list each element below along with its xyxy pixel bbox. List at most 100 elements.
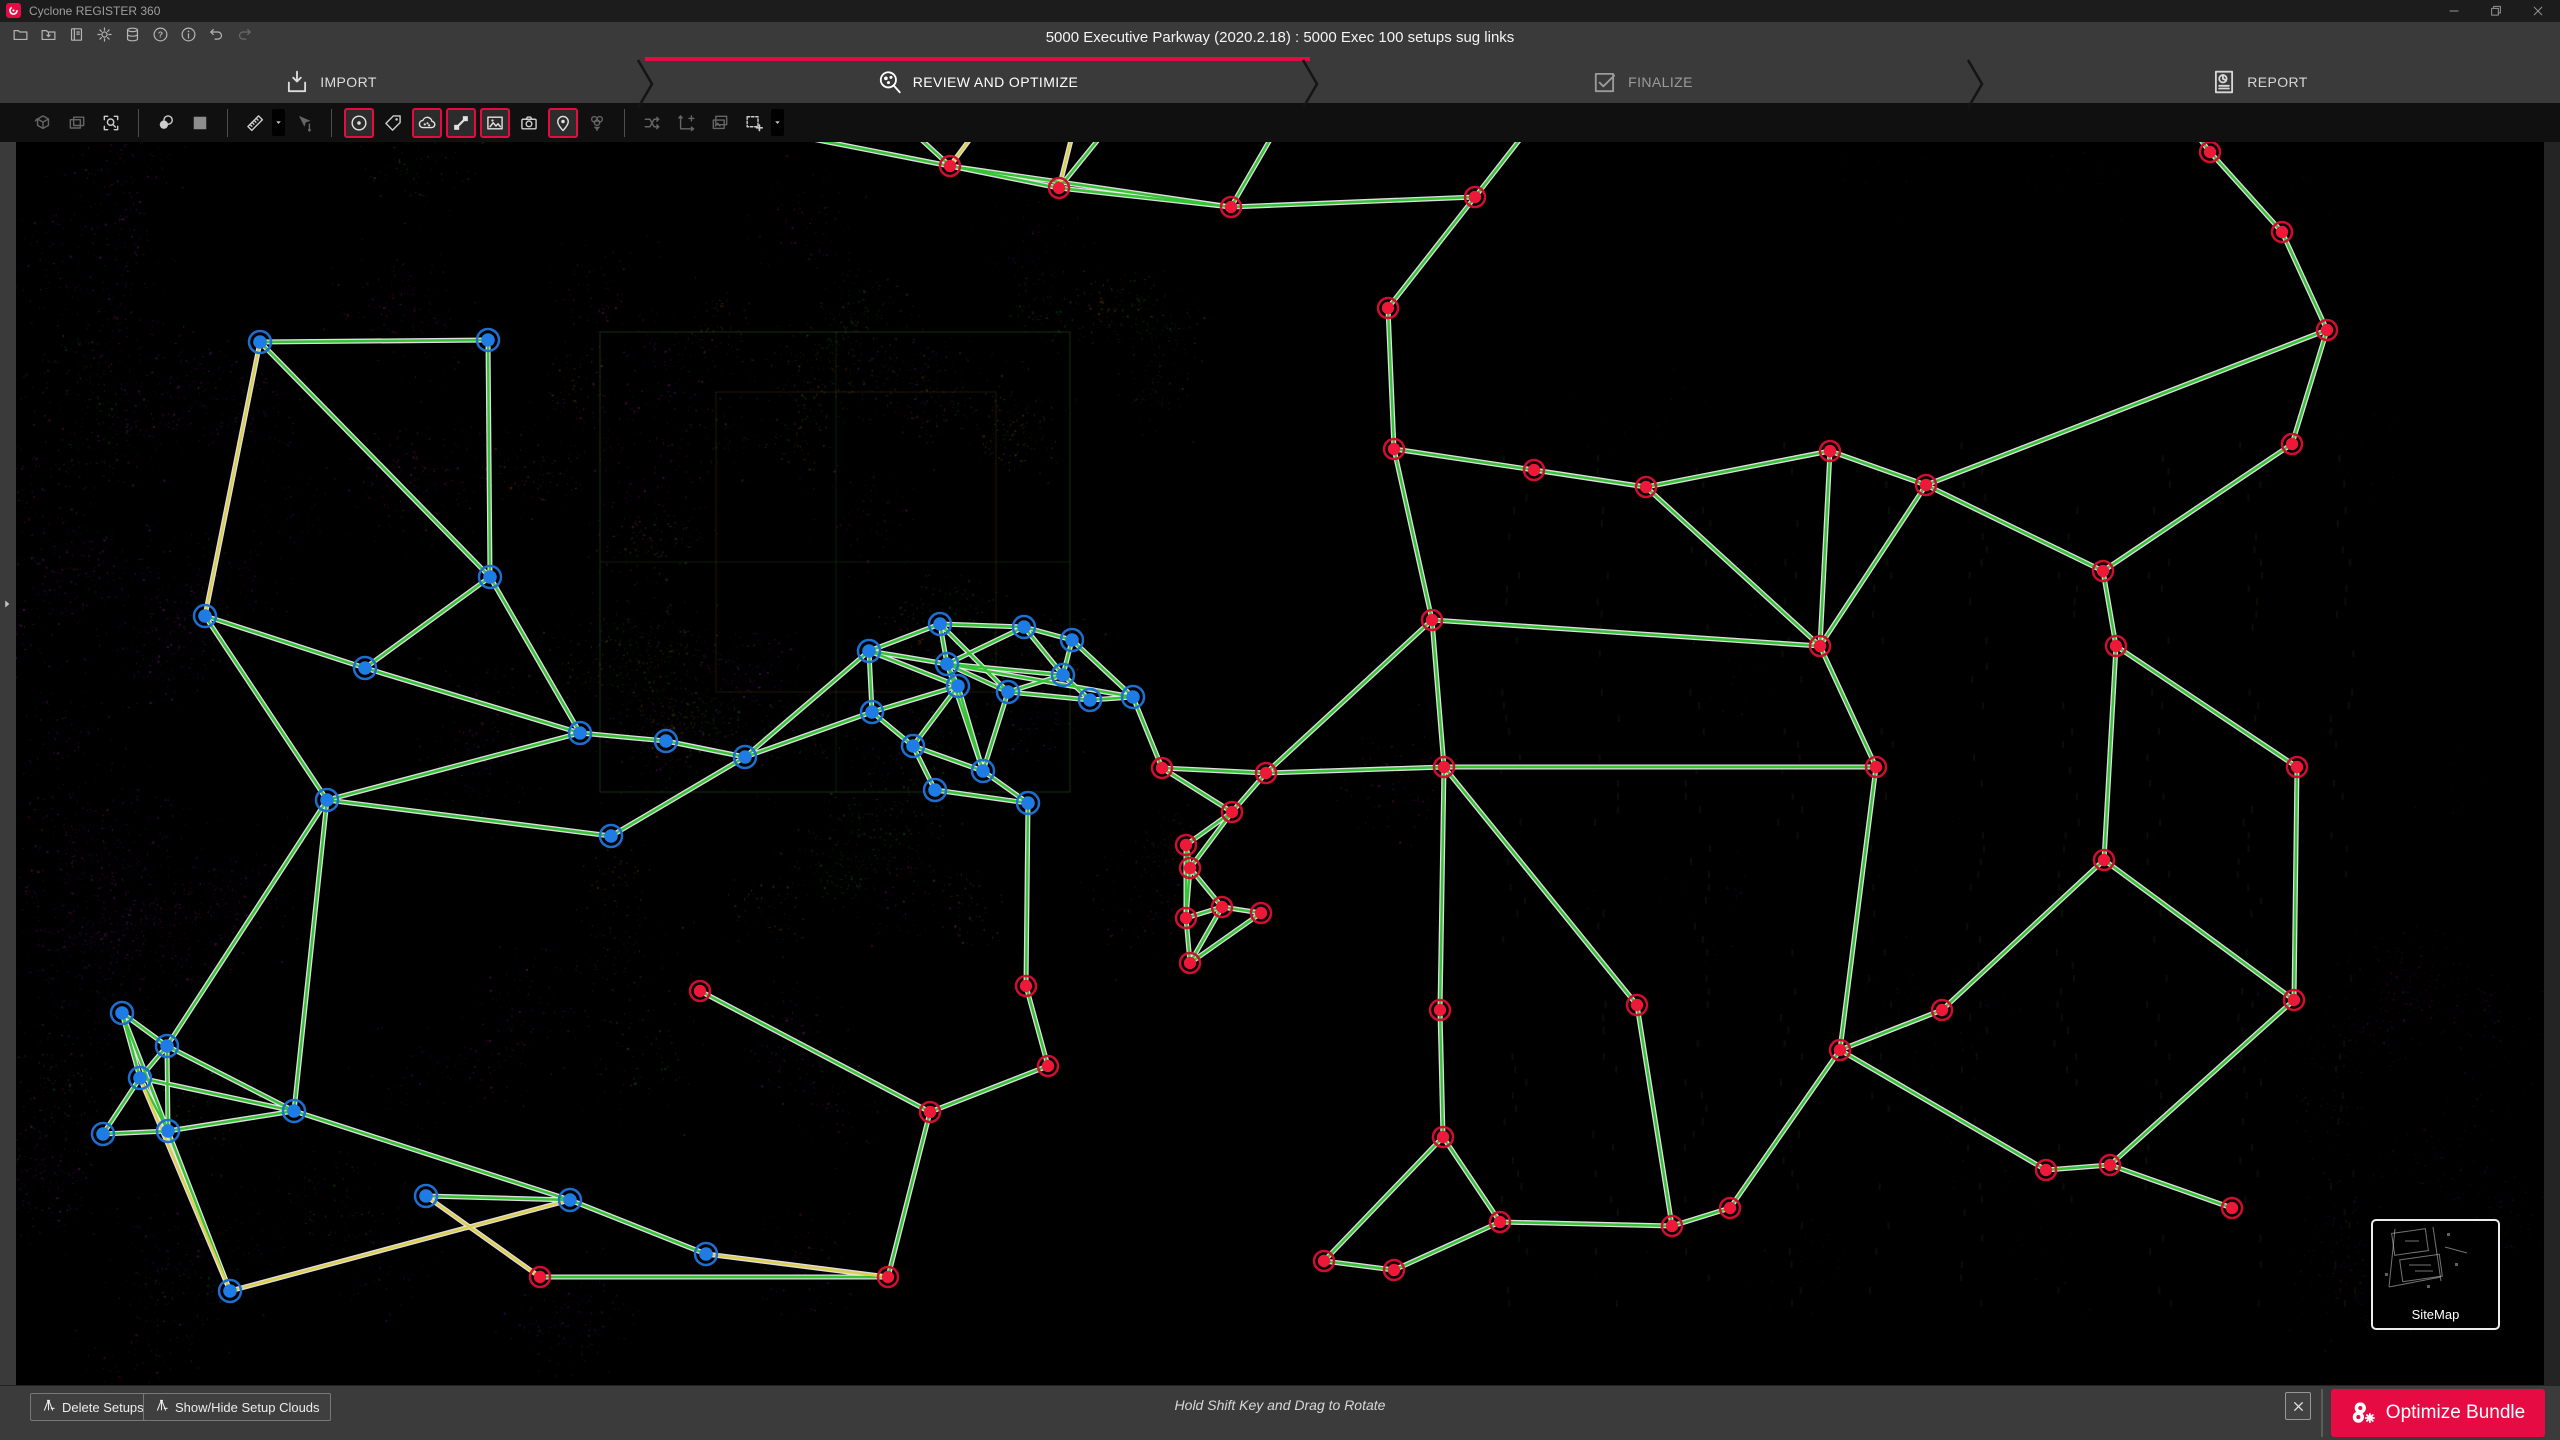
setup-node-blue[interactable] — [358, 661, 372, 675]
select-region-button[interactable] — [739, 108, 769, 138]
close-panel-button[interactable] — [2285, 1392, 2311, 1420]
setup-node-red[interactable] — [1184, 862, 1196, 874]
link-edge-green[interactable] — [205, 616, 365, 668]
link-edge-green[interactable] — [745, 712, 872, 757]
link-edge-green[interactable] — [1266, 620, 1432, 773]
setup-node-red[interactable] — [1042, 1060, 1054, 1072]
setup-node-blue[interactable] — [1065, 633, 1079, 647]
setup-node-red[interactable] — [1260, 767, 1272, 779]
setup-node-red[interactable] — [1216, 901, 1228, 913]
link-edge-green[interactable] — [983, 692, 1008, 771]
setup-node-red[interactable] — [1870, 761, 1882, 773]
link-edge-green[interactable] — [1840, 1010, 1942, 1050]
link-edge-green[interactable] — [1026, 986, 1048, 1066]
setup-node-red[interactable] — [1920, 479, 1932, 491]
link-edge-green[interactable] — [872, 686, 958, 712]
sitemap-panel[interactable]: SiteMap — [2371, 1219, 2500, 1330]
restore-button[interactable] — [2488, 3, 2504, 19]
link-edge-green[interactable] — [700, 991, 930, 1112]
link-edge-green[interactable] — [570, 1200, 706, 1254]
link-edge-green[interactable] — [1162, 768, 1232, 812]
link-edge-green[interactable] — [167, 1046, 168, 1131]
link-edge-green[interactable] — [2103, 571, 2116, 646]
setup-node-blue[interactable] — [1126, 690, 1140, 704]
select-region-dropdown[interactable] — [771, 109, 784, 136]
link-edge-green[interactable] — [167, 1046, 294, 1111]
link-edge-green[interactable] — [1534, 470, 1646, 487]
link-edge-green[interactable] — [1820, 451, 1830, 646]
setup-node-red[interactable] — [1631, 999, 1643, 1011]
setup-node-red[interactable] — [1814, 640, 1826, 652]
setup-node-blue[interactable] — [563, 1193, 577, 1207]
link-edge-green[interactable] — [930, 1066, 1048, 1112]
setup-node-red[interactable] — [1382, 302, 1394, 314]
link-edge-green[interactable] — [950, 166, 1231, 207]
cloud-color-button[interactable] — [151, 108, 181, 138]
link-edge-green[interactable] — [1840, 767, 1876, 1050]
link-edge-green[interactable] — [611, 757, 745, 836]
link-edge-green[interactable] — [1324, 1137, 1443, 1261]
setup-node-red[interactable] — [2097, 565, 2109, 577]
link-edge-green[interactable] — [2292, 330, 2327, 444]
setup-node-blue[interactable] — [483, 570, 497, 584]
setup-node-blue[interactable] — [115, 1006, 129, 1020]
setup-node-red[interactable] — [2098, 854, 2110, 866]
setup-node-red[interactable] — [2040, 1164, 2052, 1176]
link-edge-green[interactable] — [1820, 485, 1926, 646]
setup-node-blue[interactable] — [96, 1127, 110, 1141]
setup-node-red[interactable] — [1226, 806, 1238, 818]
link-edge-green[interactable] — [958, 686, 983, 771]
setup-node-blue[interactable] — [1021, 796, 1035, 810]
setup-node-blue[interactable] — [198, 609, 212, 623]
swap-setups-button[interactable] — [637, 108, 667, 138]
link-edge-green[interactable] — [1190, 868, 1222, 907]
filter-setups-button[interactable] — [582, 108, 612, 138]
link-edge-green[interactable] — [2210, 152, 2282, 232]
measure-ruler-button[interactable] — [240, 108, 270, 138]
link-edge-green[interactable] — [2103, 444, 2292, 571]
link-edge-green[interactable] — [1830, 451, 1926, 485]
setup-node-red[interactable] — [2110, 640, 2122, 652]
link-edge-green[interactable] — [1432, 620, 1820, 646]
zoom-region-button[interactable] — [96, 108, 126, 138]
tab-review[interactable]: REVIEW AND OPTIMIZE — [645, 57, 1310, 103]
setup-node-blue[interactable] — [287, 1104, 301, 1118]
setup-node-blue[interactable] — [951, 679, 965, 693]
link-edge-green[interactable] — [1840, 1050, 2046, 1170]
link-edge-green[interactable] — [1646, 487, 1820, 646]
link-edge-green[interactable] — [2104, 860, 2294, 1000]
link-edge-green[interactable] — [1444, 767, 1637, 1005]
setup-node-red[interactable] — [1434, 1004, 1446, 1016]
setup-node-red[interactable] — [1156, 762, 1168, 774]
setup-node-blue[interactable] — [1001, 685, 1015, 699]
setup-node-red[interactable] — [534, 1271, 546, 1283]
setup-node-red[interactable] — [1388, 443, 1400, 455]
link-edge-green[interactable] — [1820, 646, 1876, 767]
show-links-button[interactable] — [446, 108, 476, 138]
show-labels-button[interactable] — [378, 108, 408, 138]
setup-node-red[interactable] — [1640, 481, 1652, 493]
link-edge-green[interactable] — [1926, 485, 2103, 571]
setup-node-red[interactable] — [2288, 994, 2300, 1006]
setup-node-red[interactable] — [1834, 1044, 1846, 1056]
setup-node-red[interactable] — [1053, 182, 1065, 194]
setup-node-red[interactable] — [1180, 839, 1192, 851]
setup-node-red[interactable] — [1494, 1216, 1506, 1228]
setup-node-blue[interactable] — [865, 705, 879, 719]
panel-collapse-arrow-icon[interactable] — [0, 597, 14, 616]
background-color-button[interactable] — [185, 108, 215, 138]
setup-node-blue[interactable] — [976, 764, 990, 778]
setup-node-red[interactable] — [2104, 1159, 2116, 1171]
link-edge-green[interactable] — [2110, 1000, 2294, 1165]
close-window-button[interactable] — [2530, 3, 2546, 19]
link-edge-green[interactable] — [1432, 620, 1444, 767]
link-edge-green[interactable] — [1394, 449, 1432, 620]
setup-node-red[interactable] — [1528, 464, 1540, 476]
tab-import[interactable]: IMPORT — [16, 57, 645, 103]
setup-node-blue[interactable] — [738, 750, 752, 764]
link-edge-green[interactable] — [1232, 773, 1266, 812]
minimize-button[interactable] — [2446, 3, 2462, 19]
link-edge-green[interactable] — [2104, 646, 2116, 860]
setup-node-blue[interactable] — [160, 1039, 174, 1053]
setup-node-blue[interactable] — [253, 335, 267, 349]
